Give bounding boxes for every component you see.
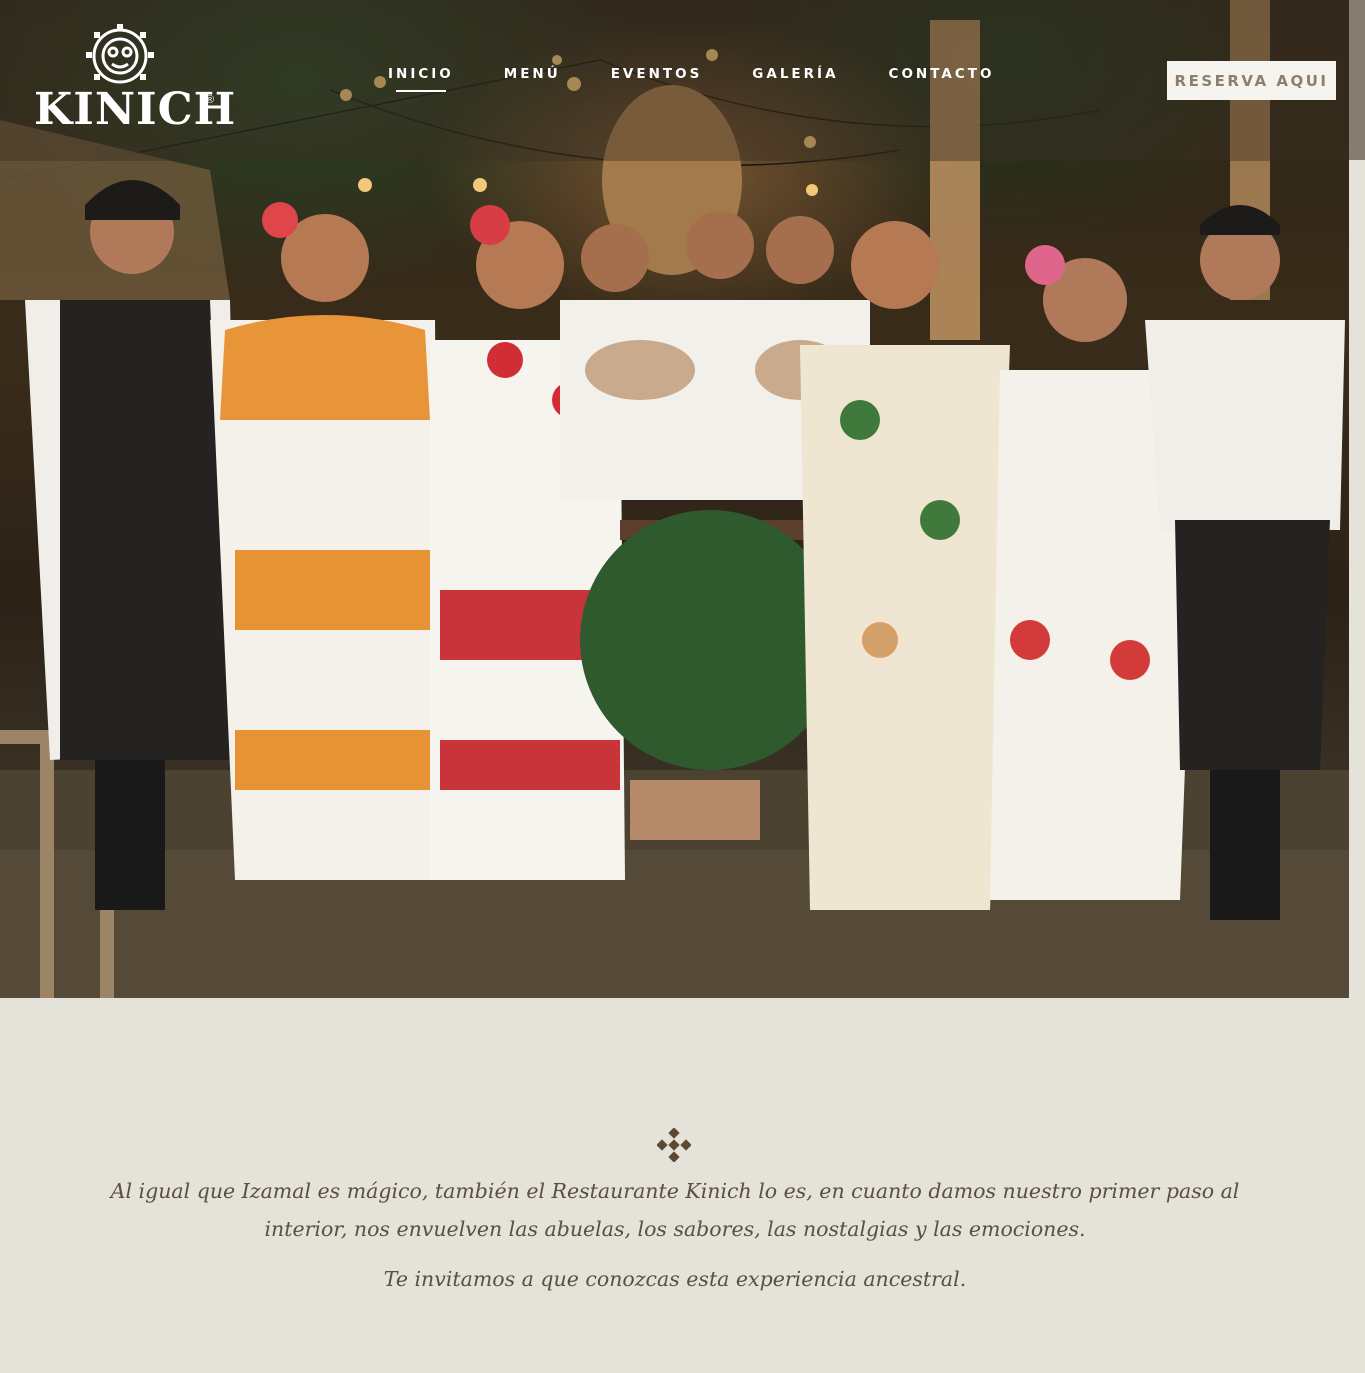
nav-item-menu[interactable]: MENÚ	[504, 66, 561, 88]
site-header: KINICH ® INICIO MENÚ EVENTOS GALERÍA CON…	[0, 0, 1349, 161]
nav-item-inicio[interactable]: INICIO	[388, 66, 454, 92]
sun-glyph-icon	[86, 24, 154, 84]
nav-item-eventos[interactable]: EVENTOS	[611, 66, 703, 88]
scrollbar-thumb[interactable]	[1349, 0, 1365, 160]
nav-item-contacto[interactable]: CONTACTO	[889, 66, 995, 88]
main-nav: INICIO MENÚ EVENTOS GALERÍA CONTACTO	[388, 66, 1044, 92]
nav-item-galeria[interactable]: GALERÍA	[752, 66, 838, 88]
registered-mark: ®	[206, 94, 215, 106]
reserve-button[interactable]: RESERVA AQUI	[1167, 61, 1336, 100]
logo-wordmark: KINICH	[34, 84, 237, 135]
logo[interactable]: KINICH ®	[34, 22, 235, 142]
intro-paragraph-2: Te invitamos a que conozcas esta experie…	[383, 1267, 967, 1291]
diamond-ornament-icon	[657, 1128, 691, 1162]
scrollbar-track[interactable]	[1349, 160, 1365, 998]
page: KINICH ® INICIO MENÚ EVENTOS GALERÍA CON…	[0, 0, 1365, 1373]
intro-paragraph-1: Al igual que Izamal es mágico, también e…	[110, 1179, 1240, 1241]
intro-text: Al igual que Izamal es mágico, también e…	[100, 1172, 1250, 1298]
